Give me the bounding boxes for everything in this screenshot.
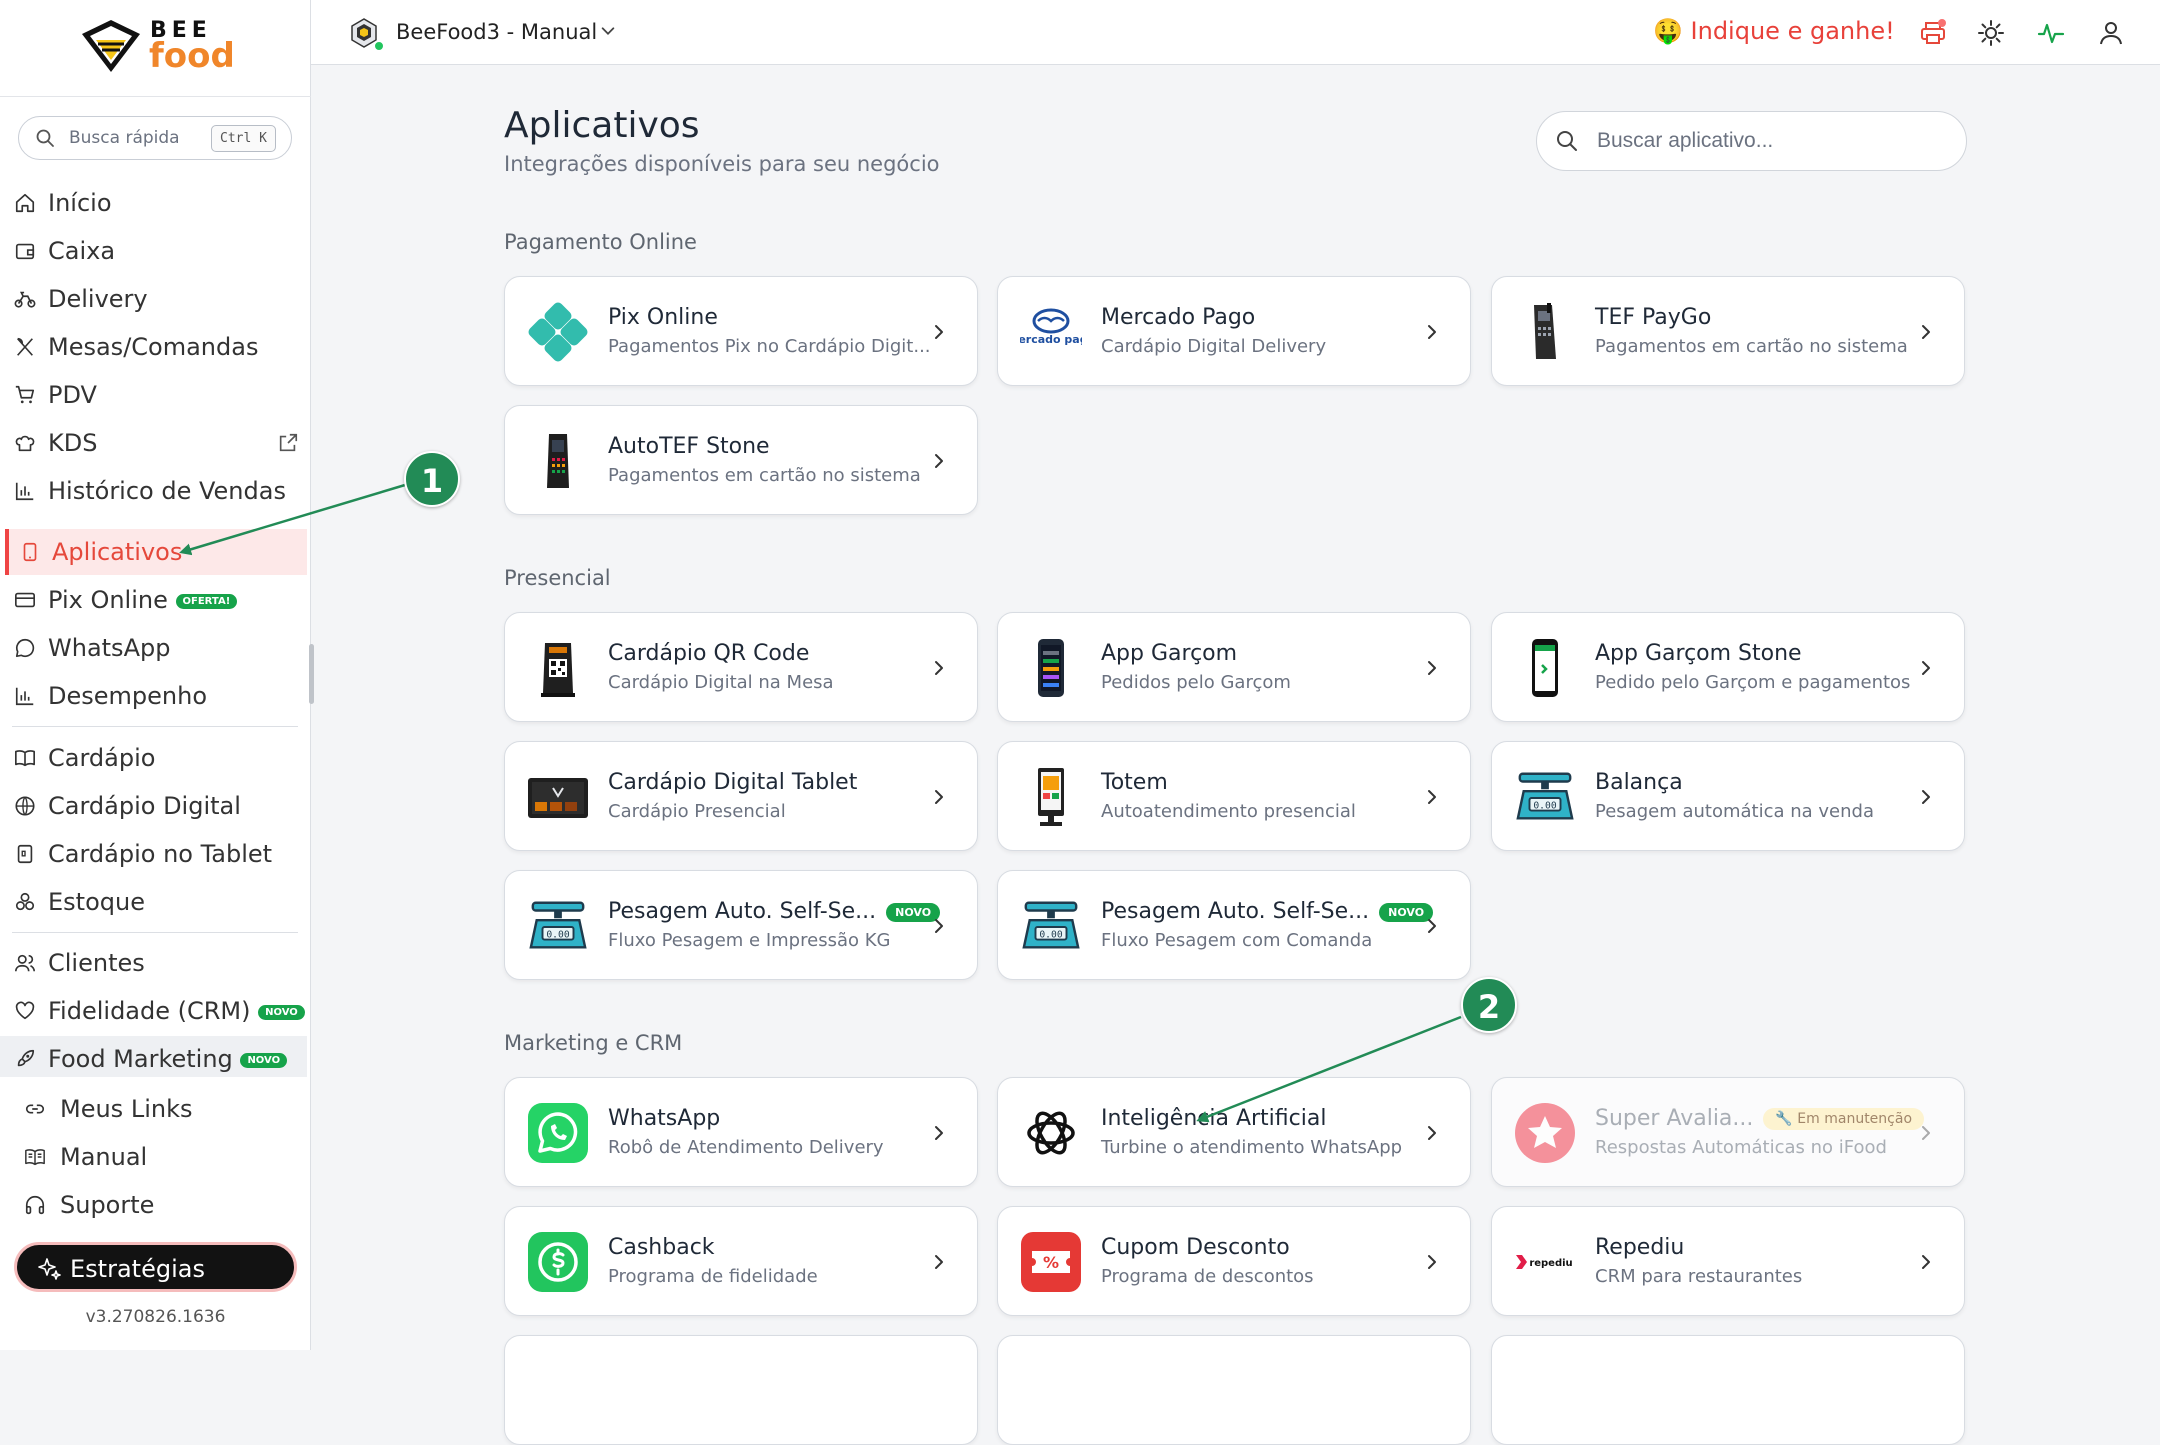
app-card-partial[interactable] xyxy=(1491,1335,1965,1445)
annotation-arrow xyxy=(179,483,406,556)
annotation-overlay xyxy=(179,483,1462,1123)
annotation-marker: 2 xyxy=(1461,977,1517,1033)
annotation-arrow xyxy=(1196,1015,1462,1123)
app-card-partial[interactable] xyxy=(504,1335,978,1445)
app-card-partial[interactable] xyxy=(997,1335,1471,1445)
annotation-marker: 1 xyxy=(404,451,460,507)
